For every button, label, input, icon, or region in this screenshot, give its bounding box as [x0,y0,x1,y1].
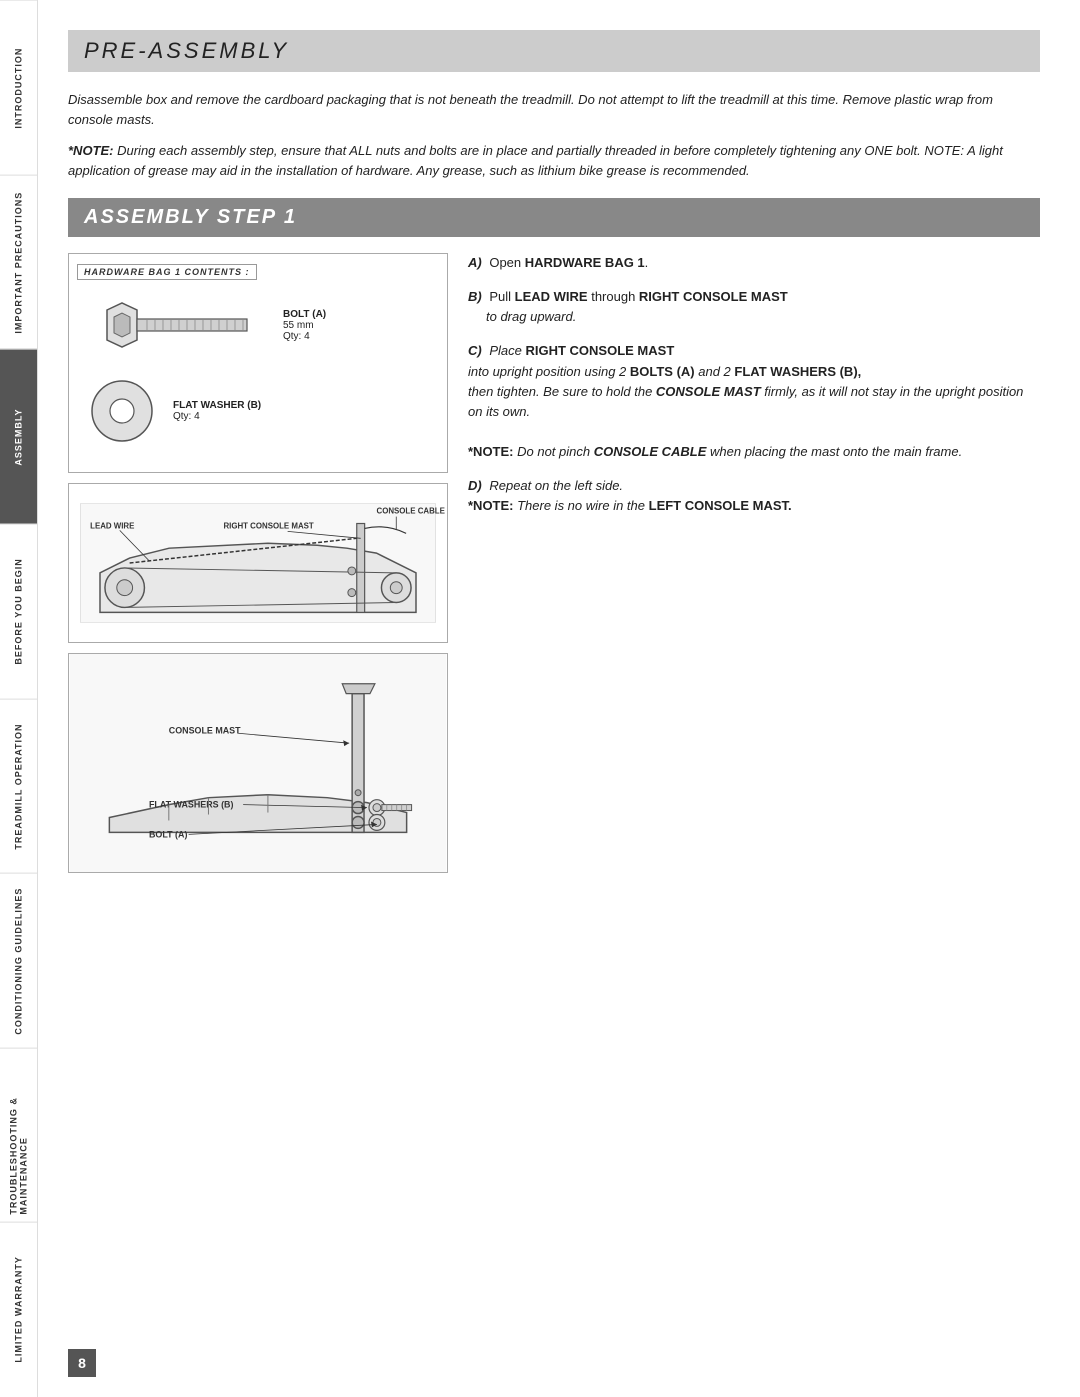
content-area: HARDWARE BAG 1 CONTENTS : [68,253,1040,873]
step-d-note-label: *NOTE: [468,498,514,513]
instruction-d: D) Repeat on the left side. *NOTE: There… [468,476,1040,516]
sidebar-item-limited-warranty[interactable]: LIMITED WARRANTY [0,1222,37,1397]
instruction-a: A) Open HARDWARE BAG 1. [468,253,1040,273]
step-c-note-bold: CONSOLE CABLE [594,444,707,459]
page-number: 8 [68,1349,96,1377]
step-b-bold1: LEAD WIRE [515,289,588,304]
step-b-letter: B) [468,289,482,304]
step-c-bold3: FLAT WASHERS (B), [734,364,861,379]
step-title: ASSEMBLY STEP 1 [84,206,1024,229]
step-c-note-label: *NOTE: [468,444,514,459]
step-c-normal1: into upright position using 2 [468,364,630,379]
step-b-end: to drag upward. [468,309,576,324]
hardware-bag-diagram: HARDWARE BAG 1 CONTENTS : [68,253,448,473]
bolt-label: BOLT (A) 55 mm Qty: 4 [283,309,326,342]
step-c-intro: Place [489,343,525,358]
bolt-diagram [87,290,267,360]
section-header: PRE-ASSEMBLY [68,30,1040,72]
svg-text:LEAD WIRE: LEAD WIRE [90,521,134,530]
instruction-c: C) Place RIGHT CONSOLE MAST into upright… [468,341,1040,462]
svg-text:CONSOLE MAST: CONSOLE MAST [169,725,241,735]
step-a-text-normal: Open [489,255,524,270]
step-b-middle: through [588,289,639,304]
svg-text:RIGHT CONSOLE MAST: RIGHT CONSOLE MAST [223,521,313,530]
sidebar-item-troubleshooting[interactable]: TROUBLESHOOTING & MAINTENANCE [0,1048,37,1223]
washer-diagram [87,376,157,446]
step-b-bold2: RIGHT CONSOLE MAST [639,289,788,304]
step-c-normal3: then tighten. Be sure to hold the [468,384,656,399]
sidebar-item-assembly[interactable]: ASSEMBLY [0,349,37,524]
mast-diagram: CONSOLE MAST FLAT WASHERS (B) BOLT (A) [68,653,448,873]
svg-text:BOLT (A): BOLT (A) [149,829,187,839]
step-c-bold1: RIGHT CONSOLE MAST [525,343,674,358]
step-c-normal2: and 2 [695,364,735,379]
instruction-b: B) Pull LEAD WIRE through RIGHT CONSOLE … [468,287,1040,327]
note-content: During each assembly step, ensure that A… [68,143,1003,178]
washer-item: FLAT WASHER (B) Qty: 4 [87,376,429,446]
main-content: PRE-ASSEMBLY Disassemble box and remove … [38,0,1080,1397]
step-c-bold2: BOLTS (A) [630,364,695,379]
sidebar-item-before-you-begin[interactable]: BEFORE YOU BEGIN [0,524,37,699]
step-a-text-bold: HARDWARE BAG 1 [525,255,645,270]
sidebar-item-conditioning-guidelines[interactable]: CONDITIONING GUIDELINES [0,873,37,1048]
sidebar-item-introduction[interactable]: INTRODUCTION [0,0,37,175]
step-c-letter: C) [468,343,482,358]
mast-svg: CONSOLE MAST FLAT WASHERS (B) BOLT (A) [69,654,447,872]
step-d-text: Repeat on the left side. [489,478,623,493]
note-paragraph: *NOTE: During each assembly step, ensure… [68,141,1040,180]
sidebar-item-treadmill-operation[interactable]: TREADMILL OPERATION [0,699,37,874]
step-b-text-normal: Pull [489,289,514,304]
intro-paragraph: Disassemble box and remove the cardboard… [68,90,1040,129]
sidebar: INTRODUCTION IMPORTANT PRECAUTIONS ASSEM… [0,0,38,1397]
step-title-italic: ASSEMBLY [84,206,217,228]
section-title: PRE-ASSEMBLY [84,38,1024,64]
step-a-letter: A) [468,255,482,270]
svg-text:CONSOLE CABLE: CONSOLE CABLE [377,507,445,516]
step-d-letter: D) [468,478,482,493]
bolt-item: BOLT (A) 55 mm Qty: 4 [87,290,429,360]
hardware-bag-label: HARDWARE BAG 1 CONTENTS : [77,264,257,280]
step-c-bold4: CONSOLE MAST [656,384,761,399]
treadmill-svg: LEAD WIRE RIGHT CONSOLE MAST CONSOLE CAB… [69,484,447,642]
step-d-note-bold: LEFT CONSOLE MAST. [649,498,792,513]
diagrams-column: HARDWARE BAG 1 CONTENTS : [68,253,448,873]
step-title-bold: STEP 1 [217,206,297,228]
instructions-column: A) Open HARDWARE BAG 1. B) Pull LEAD WIR… [468,253,1040,873]
step-header: ASSEMBLY STEP 1 [68,198,1040,237]
washer-label: FLAT WASHER (B) Qty: 4 [173,400,261,422]
step-d-note-text: There is no wire in the [514,498,649,513]
step-c-note-end: when placing the mast onto the main fram… [706,444,962,459]
hardware-items: BOLT (A) 55 mm Qty: 4 [77,286,439,450]
step-c-note-text: Do not pinch [514,444,594,459]
treadmill-diagram: LEAD WIRE RIGHT CONSOLE MAST CONSOLE CAB… [68,483,448,643]
svg-text:FLAT WASHERS (B): FLAT WASHERS (B) [149,800,233,810]
step-a-text-end: . [645,255,649,270]
sidebar-item-important-precautions[interactable]: IMPORTANT PRECAUTIONS [0,175,37,350]
note-label: *NOTE: [68,143,114,158]
